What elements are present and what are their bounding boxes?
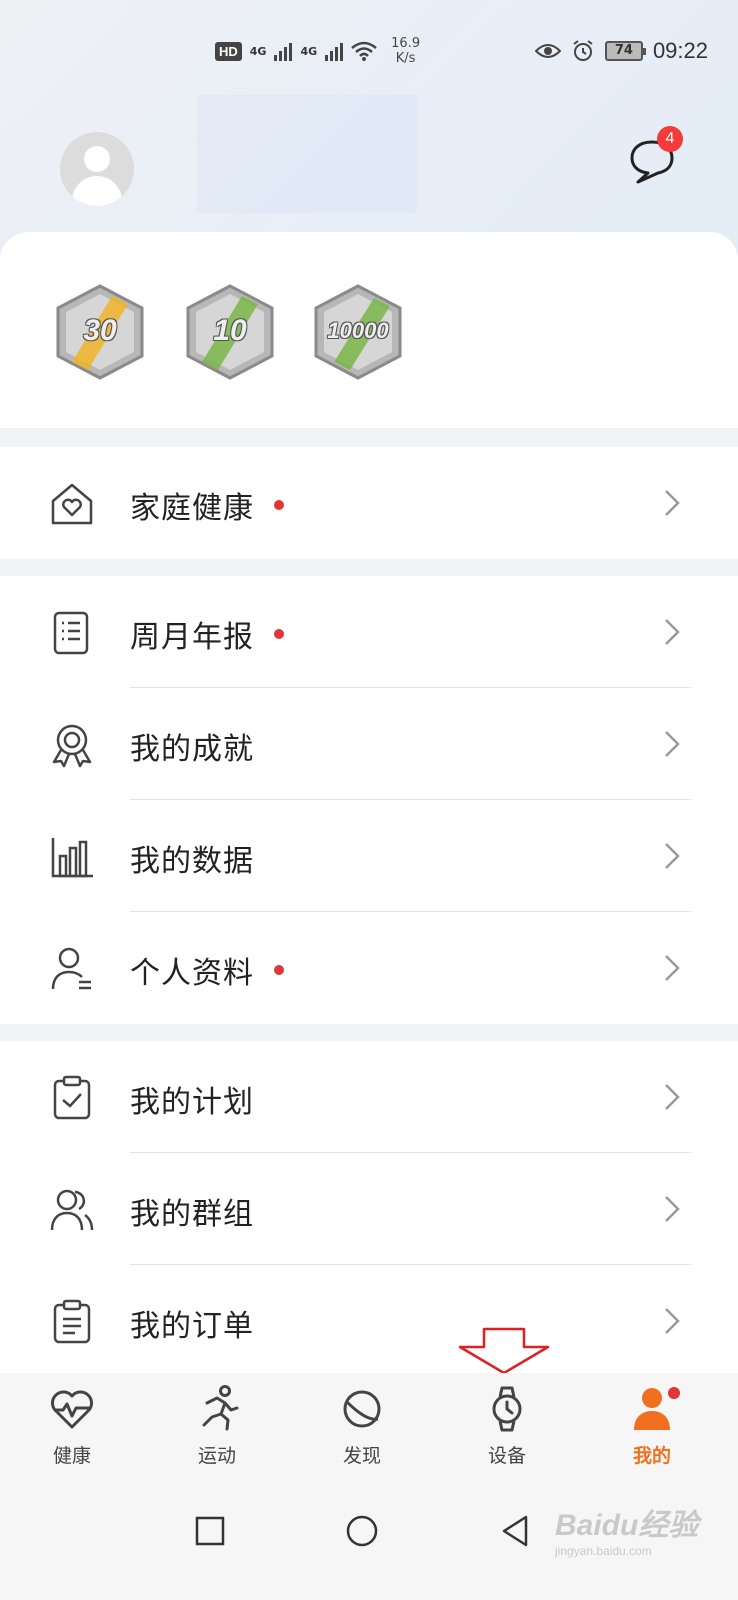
watch-icon [492, 1386, 522, 1432]
signal-bars-icon [274, 41, 293, 61]
red-dot-badge [668, 1387, 680, 1399]
back-icon[interactable] [496, 1511, 536, 1551]
chevron-right-icon [665, 490, 680, 516]
runner-icon [202, 1385, 239, 1431]
status-left: HD 4G 4G 16.9 K/s [215, 36, 420, 66]
medal-label: 30 [83, 314, 117, 347]
net-speed-unit: K/s [395, 51, 416, 66]
battery-indicator: 74 [604, 41, 646, 61]
hd-badge: HD [215, 41, 242, 61]
clipboard-check-icon [53, 1075, 91, 1120]
nav-tab-discover[interactable]: 发现 [312, 1385, 412, 1485]
medal-icon [52, 724, 92, 768]
red-dot-badge [274, 629, 284, 639]
red-dot-badge [274, 500, 284, 510]
watermark-text: Baidu经验 [555, 1509, 699, 1542]
message-badge: 4 [657, 126, 683, 152]
status-bar: HD 4G 4G 16.9 K/s 74 09:22 [0, 0, 738, 100]
menu-item-groups[interactable]: 我的群组 [0, 1153, 738, 1265]
menu-item-label: 家庭健康 [130, 491, 254, 526]
red-dot-badge [274, 965, 284, 975]
planet-icon [343, 1390, 381, 1428]
menu-item-plans[interactable]: 我的计划 [0, 1041, 738, 1153]
heart-pulse-icon [51, 1390, 93, 1429]
net-speed-value: 16.9 [391, 36, 421, 51]
net-speed: 16.9 K/s [391, 36, 420, 66]
wifi-icon [351, 41, 377, 61]
medal-label: 10 [213, 314, 247, 347]
bottom-nav: 健康 运动 发现 设备 我的 [0, 1373, 738, 1491]
menu-item-label: 我的数据 [130, 844, 254, 879]
menu-item-label: 我的成就 [130, 732, 254, 767]
menu-item-reports[interactable]: 周月年报 [0, 576, 738, 688]
menu-item-label: 个人资料 [130, 956, 254, 991]
nav-tab-health[interactable]: 健康 [22, 1385, 122, 1485]
menu-item-family-health[interactable]: 家庭健康 [0, 447, 738, 559]
menu-item-label: 我的计划 [130, 1085, 254, 1120]
chevron-right-icon [665, 1084, 680, 1110]
chevron-right-icon [665, 619, 680, 645]
group-icon [50, 1189, 94, 1231]
chevron-right-icon [665, 1308, 680, 1334]
medal-card: 30 10 10000 [0, 232, 738, 428]
nav-label: 运动 [197, 1445, 236, 1467]
nav-tab-exercise[interactable]: 运动 [167, 1385, 267, 1485]
chevron-right-icon [665, 1196, 680, 1222]
menu-section-plans: 我的计划 我的群组 我的订单 [0, 1041, 738, 1377]
menu-item-achievements[interactable]: 我的成就 [0, 688, 738, 800]
menu-item-label: 周月年报 [130, 620, 254, 655]
watermark-sub: jingyan.baidu.com [555, 1544, 652, 1558]
username-blurred[interactable] [197, 95, 417, 213]
order-icon [53, 1299, 91, 1344]
chevron-right-icon [665, 731, 680, 757]
menu-item-label: 我的群组 [130, 1197, 254, 1232]
medal-10000[interactable]: 10000 [310, 284, 406, 380]
medal-30[interactable]: 30 [52, 284, 148, 380]
eye-icon [534, 44, 561, 58]
nav-label: 发现 [342, 1445, 381, 1467]
nav-tab-me[interactable]: 我的 [602, 1385, 702, 1485]
signal-bars-icon [325, 41, 344, 61]
profile-icon [51, 947, 91, 990]
menu-item-profile[interactable]: 个人资料 [0, 912, 738, 1024]
avatar[interactable] [60, 132, 134, 206]
medal-10[interactable]: 10 [182, 284, 278, 380]
home-icon[interactable] [342, 1511, 382, 1551]
chevron-right-icon [665, 955, 680, 981]
nav-tab-devices[interactable]: 设备 [457, 1385, 557, 1485]
menu-item-label: 我的订单 [130, 1309, 254, 1344]
medal-label: 10000 [327, 318, 389, 343]
signal-label-1: 4G [249, 44, 267, 58]
menu-item-my-data[interactable]: 我的数据 [0, 800, 738, 912]
bar-chart-icon [51, 838, 93, 878]
signal-label-2: 4G [300, 44, 318, 58]
menu-section-family: 家庭健康 [0, 447, 738, 559]
alarm-icon [573, 40, 593, 61]
watermark: Baidu经验 jingyan.baidu.com [555, 1500, 698, 1558]
report-icon [53, 611, 89, 655]
nav-label: 健康 [52, 1445, 91, 1467]
recent-apps-icon[interactable] [190, 1511, 230, 1551]
nav-label: 设备 [487, 1445, 526, 1467]
clock: 09:22 [652, 38, 708, 63]
status-right: 74 09:22 [534, 38, 708, 64]
menu-item-orders[interactable]: 我的订单 [0, 1265, 738, 1377]
menu-section-data: 周月年报 我的成就 我的数据 个人资料 [0, 576, 738, 1024]
nav-label: 我的 [632, 1445, 671, 1467]
home-heart-icon [51, 483, 93, 525]
annotation-arrow-icon [458, 1327, 550, 1375]
chevron-right-icon [665, 843, 680, 869]
